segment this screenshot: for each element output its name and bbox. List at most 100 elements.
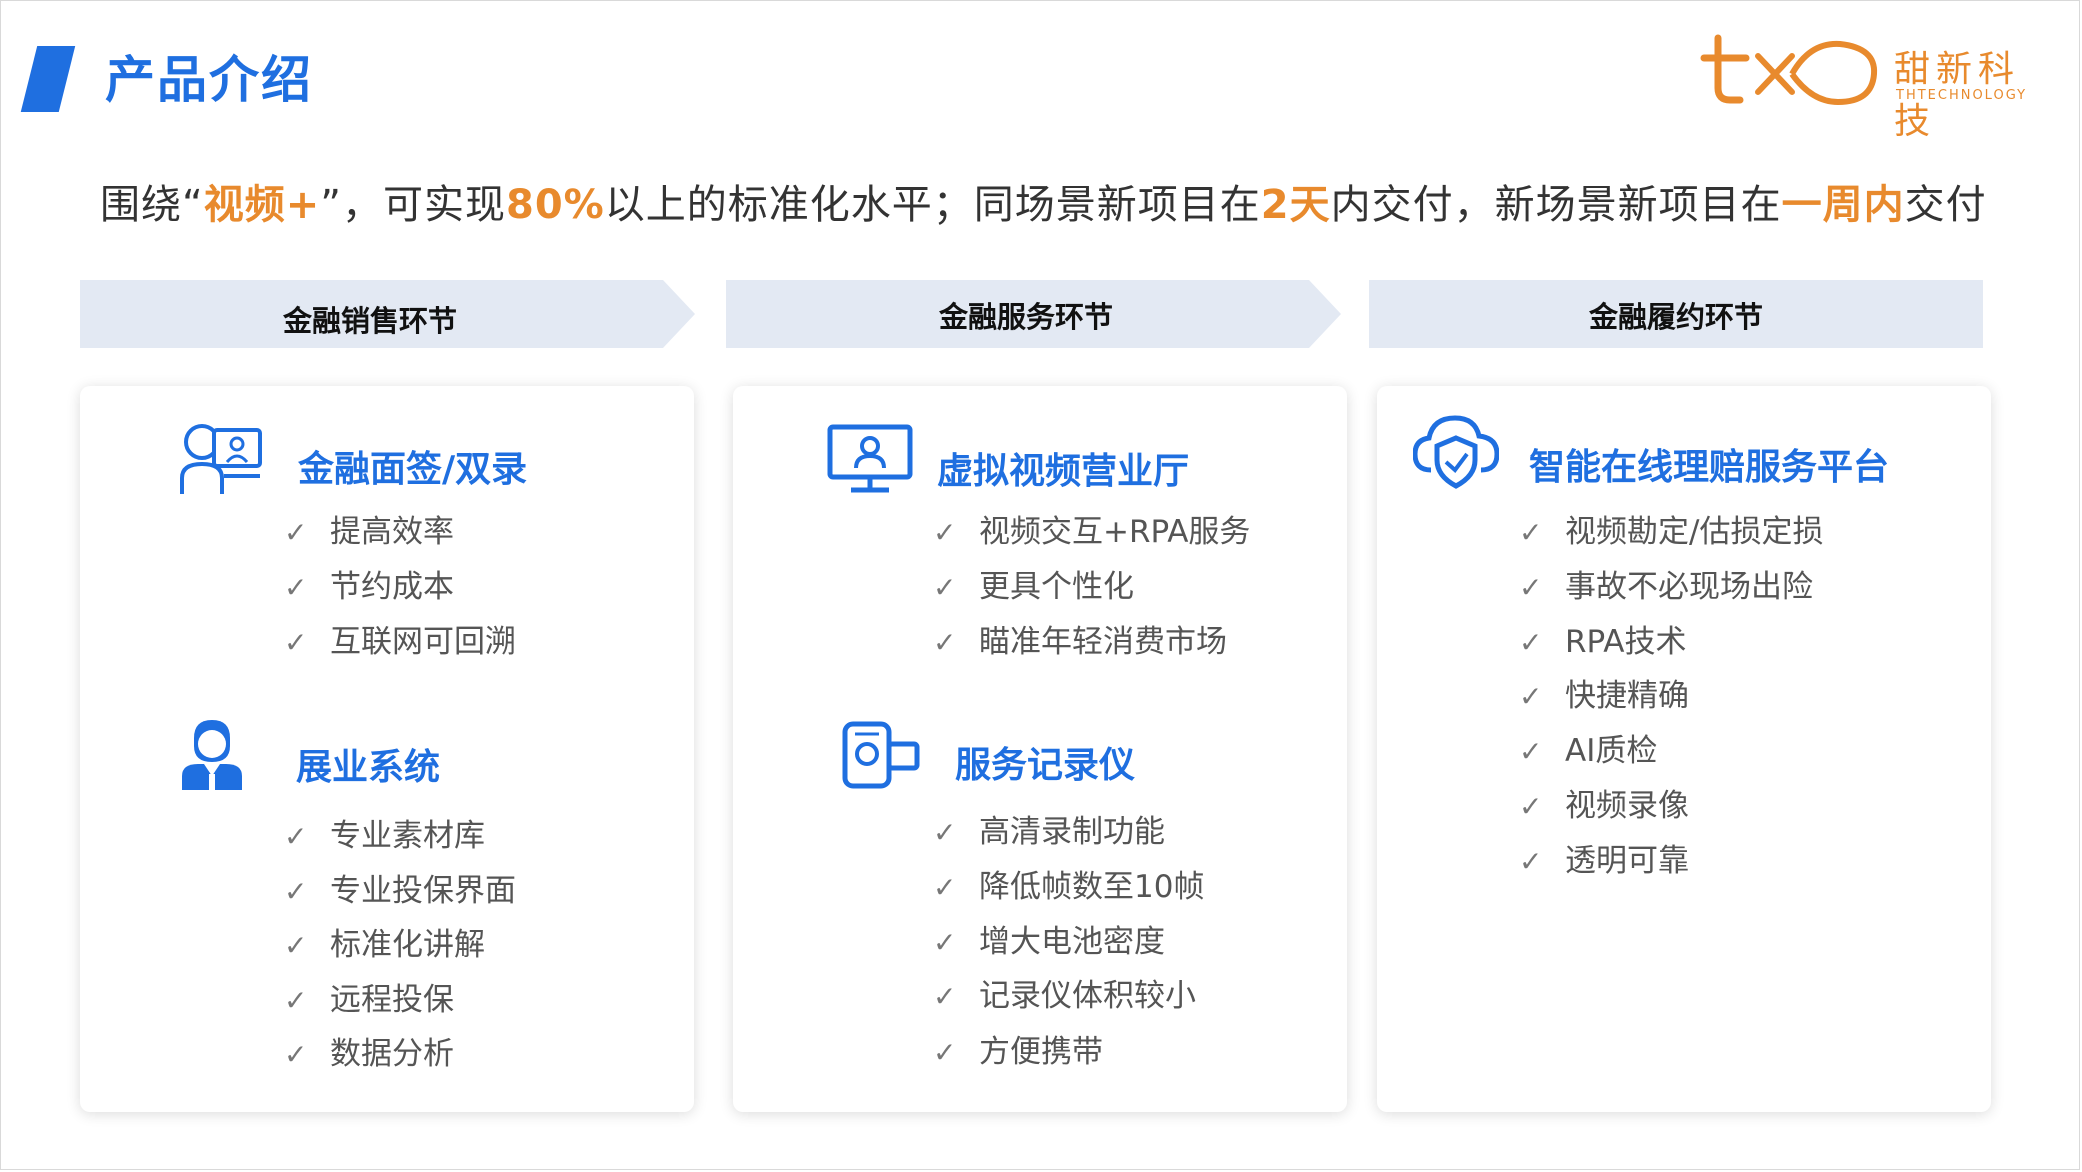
stage-label: 金融销售环节 [282,304,457,338]
section-title: 智能在线理赔服务平台 [1529,447,1890,488]
video-camera-icon [841,720,921,794]
list-item: ✓ 专业素材库 [284,810,485,855]
list-item-text: 高清录制功能 [979,814,1165,850]
headline-text: 以上的标准化水平；同场景新项目在 [604,182,1261,228]
list-item: ✓ 方便携带 [933,1026,1103,1071]
headline-text: 交付 [1904,182,1987,228]
check-icon: ✓ [933,926,957,959]
check-icon: ✓ [1519,626,1543,659]
list-item: ✓ 视频录像 [1519,780,1689,825]
headline-highlight: 一周内 [1781,182,1905,228]
headline-highlight: 80% [505,182,605,228]
list-item: ✓ 数据分析 [284,1028,454,1073]
stage-label: 金融服务环节 [938,300,1113,334]
section-title: 服务记录仪 [955,745,1136,786]
cloud-shield-icon [1412,414,1500,494]
agent-person-icon [180,716,244,796]
list-item: ✓ 互联网可回溯 [284,616,516,661]
list-item-text: 互联网可回溯 [330,624,516,660]
card-sales: 金融面签/双录 ✓ 提高效率 ✓ 节约成本 ✓ 互联网可回溯 展业系统 ✓ 专业素材库 … [80,386,694,1112]
list-item-text: 视频勘定/估损定损 [1565,514,1824,550]
list-item-text: 视频交互+RPA服务 [979,514,1251,550]
list-item-text: 视频录像 [1565,788,1689,824]
check-icon: ✓ [1519,571,1543,604]
list-item: ✓ 视频交互+RPA服务 [933,506,1250,551]
stage-fulfillment: 金融履约环节 [1369,280,1983,348]
check-icon: ✓ [1519,680,1543,713]
stage-label: 金融履约环节 [1588,300,1763,334]
list-item-text: 节约成本 [330,569,454,605]
list-item: ✓ 标准化讲解 [284,919,485,964]
list-item: ✓ 更具个性化 [933,561,1134,606]
user-video-icon [180,420,264,500]
list-item-text: RPA技术 [1565,624,1687,660]
check-icon: ✓ [284,929,308,962]
headline-text: ”，可实现 [320,182,506,228]
stage-service: 金融服务环节 [726,280,1341,348]
card-fulfillment: 智能在线理赔服务平台 ✓ 视频勘定/估损定损 ✓ 事故不必现场出险 ✓ RPA技术 ✓… [1377,386,1991,1112]
list-item-text: 透明可靠 [1565,843,1689,879]
list-item: ✓ RPA技术 [1519,616,1686,661]
list-item: ✓ 降低帧数至10帧 [933,861,1204,906]
list-item: ✓ 专业投保界面 [284,865,516,910]
list-item: ✓ AI质检 [1519,725,1657,770]
logo-text-en: THTECHNOLOGY [1896,88,2028,103]
list-item-text: 事故不必现场出险 [1565,569,1813,605]
list-item: ✓ 高清录制功能 [933,806,1165,851]
list-item: ✓ 透明可靠 [1519,835,1689,880]
list-item: ✓ 快捷精确 [1519,670,1689,715]
check-icon: ✓ [933,1036,957,1069]
headline-text: 围绕“ [100,182,204,228]
list-item-text: 增大电池密度 [979,924,1165,960]
check-icon: ✓ [933,626,957,659]
headline: 围绕“视频+”，可实现80%以上的标准化水平；同场景新项目在2天内交付，新场景新… [100,172,1987,230]
list-item-text: 远程投保 [330,982,454,1018]
list-item-text: 标准化讲解 [330,927,485,963]
check-icon: ✓ [1519,516,1543,549]
check-icon: ✓ [933,516,957,549]
list-item-text: 提高效率 [330,514,454,550]
list-item: ✓ 记录仪体积较小 [933,970,1196,1015]
check-icon: ✓ [284,626,308,659]
list-item-text: 记录仪体积较小 [979,978,1196,1014]
monitor-person-icon [827,424,913,498]
check-icon: ✓ [284,571,308,604]
stage-sales: 金融销售环节 [80,280,695,348]
check-icon: ✓ [933,980,957,1013]
list-item-text: 更具个性化 [979,569,1134,605]
check-icon: ✓ [933,871,957,904]
page-title: 产品介绍 [105,51,313,109]
headline-text: 内交付，新场景新项目在 [1330,182,1782,228]
list-item: ✓ 事故不必现场出险 [1519,561,1813,606]
section-title: 展业系统 [296,747,441,788]
list-item-text: AI质检 [1565,733,1658,769]
company-logo: 甜新科技 THTECHNOLOGY [1700,30,2040,142]
list-item: ✓ 提高效率 [284,506,454,551]
check-icon: ✓ [933,816,957,849]
list-item-text: 快捷精确 [1565,678,1689,714]
check-icon: ✓ [284,984,308,1017]
check-icon: ✓ [1519,790,1543,823]
list-item-text: 降低帧数至10帧 [979,869,1205,905]
section-title: 虚拟视频营业厅 [937,451,1190,492]
headline-highlight: 2天 [1260,182,1331,228]
check-icon: ✓ [284,516,308,549]
check-icon: ✓ [1519,845,1543,878]
list-item: ✓ 远程投保 [284,974,454,1019]
section-title: 金融面签/双录 [298,449,528,490]
check-icon: ✓ [1519,735,1543,768]
list-item: ✓ 瞄准年轻消费市场 [933,616,1227,661]
headline-highlight: 视频+ [203,182,321,228]
list-item-text: 方便携带 [979,1034,1103,1070]
list-item: ✓ 视频勘定/估损定损 [1519,506,1823,551]
check-icon: ✓ [284,1038,308,1071]
logo-icon [1700,34,1878,106]
list-item-text: 数据分析 [330,1036,454,1072]
card-service: 虚拟视频营业厅 ✓ 视频交互+RPA服务 ✓ 更具个性化 ✓ 瞄准年轻消费市场 服务记… [733,386,1347,1112]
check-icon: ✓ [284,820,308,853]
list-item-text: 专业素材库 [330,818,485,854]
list-item-text: 专业投保界面 [330,873,516,909]
list-item-text: 瞄准年轻消费市场 [979,624,1227,660]
list-item: ✓ 节约成本 [284,561,454,606]
check-icon: ✓ [933,571,957,604]
